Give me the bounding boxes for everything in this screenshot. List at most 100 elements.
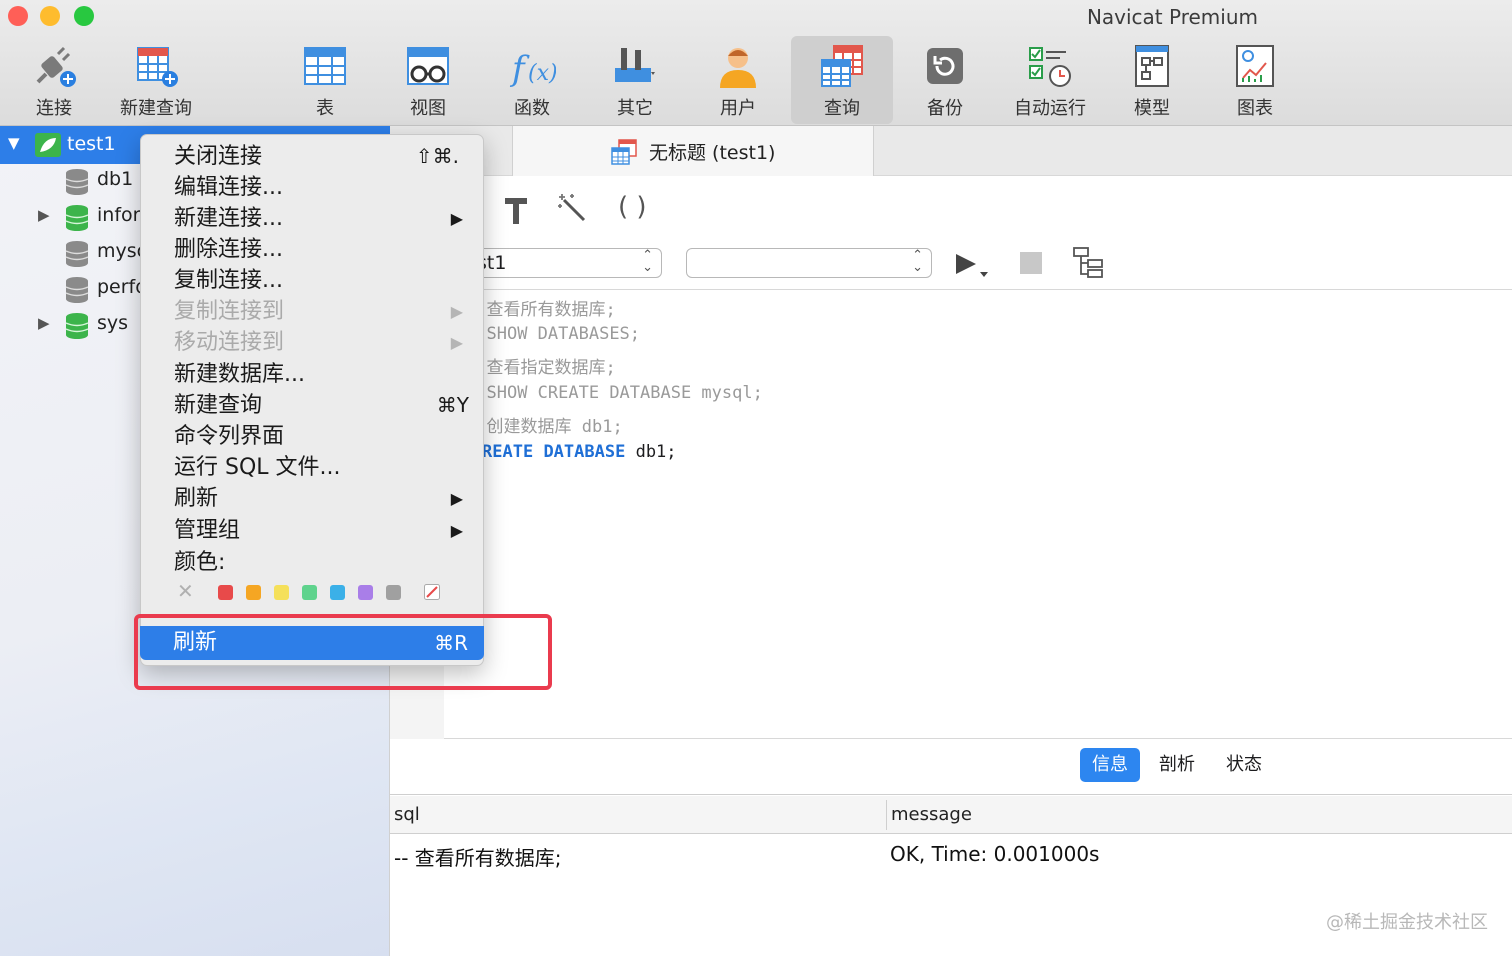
tab-untitled-query[interactable]: 无标题 (test1) bbox=[512, 126, 874, 176]
toolbar-label: 表 bbox=[316, 98, 334, 119]
toolbar-user-button[interactable]: 用户 bbox=[690, 36, 786, 124]
stop-icon[interactable] bbox=[1020, 252, 1042, 274]
database-label: sys bbox=[97, 312, 129, 334]
toolbar-view-button[interactable]: 视图 bbox=[380, 36, 476, 124]
user-icon bbox=[720, 48, 756, 88]
submenu-arrow-icon: ▶ bbox=[450, 489, 463, 508]
toolbar-label: 其它 bbox=[617, 98, 653, 119]
color-swatch-purple[interactable] bbox=[358, 585, 373, 600]
submenu-arrow-icon: ▶ bbox=[450, 333, 463, 352]
toolbar-function-button[interactable]: f (x) 函数 bbox=[484, 36, 580, 124]
tab-status[interactable]: 状态 bbox=[1214, 748, 1274, 782]
svg-text:f: f bbox=[509, 49, 530, 89]
menu-item-edit-connection[interactable]: 编辑连接... bbox=[141, 172, 485, 203]
menu-item-duplicate-connection[interactable]: 复制连接... bbox=[141, 265, 485, 296]
toolbar-backup-button[interactable]: 备份 bbox=[897, 36, 993, 124]
toolbar-label: 模型 bbox=[1134, 98, 1170, 119]
table-cell-sql[interactable]: -- 查看所有数据库; bbox=[394, 842, 562, 871]
toolbar-label: 图表 bbox=[1237, 98, 1273, 119]
color-swatch-yellow[interactable] bbox=[274, 585, 289, 600]
menu-item-manage-group[interactable]: 管理组 ▶ bbox=[141, 515, 485, 546]
connection-context-menu: 关闭连接 ⇧⌘. 编辑连接... 新建连接... ▶ 删除连接... 复制连接.… bbox=[140, 134, 484, 666]
color-swatch-green[interactable] bbox=[302, 585, 317, 600]
toolbar-label: 用户 bbox=[720, 98, 756, 119]
database-green-icon bbox=[65, 205, 89, 231]
menu-item-move-connection-to: 移动连接到 ▶ bbox=[141, 327, 485, 358]
zoom-window-button[interactable] bbox=[74, 6, 94, 26]
table-cell-message[interactable]: OK, Time: 0.001000s bbox=[890, 842, 1099, 866]
tab-info[interactable]: 信息 bbox=[1080, 748, 1140, 782]
toolbar-query-button[interactable]: 查询 bbox=[791, 36, 893, 124]
select-arrows-icon: ⌃ ⌄ bbox=[912, 248, 923, 275]
toolbar-label: 新建查询 bbox=[120, 98, 192, 119]
function-icon: f (x) bbox=[509, 49, 556, 89]
column-divider[interactable] bbox=[886, 800, 887, 830]
menu-color-label: 颜色: bbox=[174, 550, 226, 575]
toolbar-other-button[interactable]: 其它 bbox=[587, 36, 683, 124]
code-snippet-icon[interactable]: ( ) bbox=[618, 192, 647, 222]
submenu-arrow-icon: ▶ bbox=[450, 521, 463, 540]
svg-text:(x): (x) bbox=[528, 61, 556, 86]
code-line: - SHOW CREATE DATABASE mysql; bbox=[466, 383, 763, 403]
toolbar-chart-button[interactable]: 图表 bbox=[1207, 36, 1303, 124]
magic-wand-icon[interactable] bbox=[556, 192, 590, 226]
result-tabs: 信息 剖析 状态 bbox=[390, 740, 1512, 795]
submenu-arrow-icon: ▶ bbox=[450, 302, 463, 321]
toolbar-table-button[interactable]: 表 bbox=[277, 36, 373, 124]
column-header-message[interactable]: message bbox=[891, 804, 972, 825]
database-gray-icon bbox=[65, 241, 89, 267]
explain-icon[interactable] bbox=[1072, 246, 1106, 280]
tab-profile[interactable]: 剖析 bbox=[1147, 748, 1207, 782]
color-swatch-gray[interactable] bbox=[386, 585, 401, 600]
menu-item-refresh-submenu[interactable]: 刷新 ▶ bbox=[141, 483, 485, 514]
database-label: infor bbox=[97, 204, 141, 226]
chart-icon bbox=[1236, 45, 1274, 87]
table-header: sql message bbox=[390, 796, 1512, 834]
expand-triangle-icon[interactable]: ▶ bbox=[38, 206, 50, 224]
menu-item-new-connection[interactable]: 新建连接... ▶ bbox=[141, 203, 485, 234]
toolbar-label: 函数 bbox=[514, 98, 550, 119]
menu-item-new-database[interactable]: 新建数据库... bbox=[141, 359, 485, 390]
menu-item-close-connection[interactable]: 关闭连接 ⇧⌘. bbox=[141, 141, 485, 172]
expand-triangle-icon[interactable]: ▶ bbox=[38, 314, 50, 332]
query-tab-icon bbox=[611, 139, 637, 165]
toolbar-connect-button[interactable]: 连接 bbox=[6, 36, 102, 124]
color-swatch-red[interactable] bbox=[218, 585, 233, 600]
toolbar-label: 视图 bbox=[410, 98, 446, 119]
custom-color-icon[interactable] bbox=[424, 584, 440, 600]
select-arrows-icon: ⌃ ⌄ bbox=[642, 248, 653, 275]
toolbar-label: 自动运行 bbox=[1014, 98, 1086, 119]
no-color-icon[interactable]: ✕ bbox=[177, 579, 194, 603]
close-window-button[interactable] bbox=[8, 6, 28, 26]
main-toolbar: Navicat Premium 连接 新建查询 表 视图 f (x) 函数 其它… bbox=[0, 0, 1512, 126]
toolbar-label: 备份 bbox=[927, 98, 963, 119]
connection-label: test1 bbox=[67, 133, 116, 155]
menu-item-run-sql-file[interactable]: 运行 SQL 文件... bbox=[141, 452, 485, 483]
database-select[interactable]: ⌃ ⌄ bbox=[686, 248, 932, 278]
database-gray-icon bbox=[65, 169, 89, 195]
run-icon[interactable] bbox=[954, 250, 994, 280]
minimize-window-button[interactable] bbox=[40, 6, 60, 26]
code-line: - 查看指定数据库; bbox=[466, 358, 616, 378]
menu-item-new-query[interactable]: 新建查询 ⌘Y bbox=[141, 390, 485, 421]
sql-editor[interactable]: - 查看所有数据库; - SHOW DATABASES; - 查看指定数据库; … bbox=[390, 291, 1512, 739]
schedule-icon bbox=[1029, 47, 1071, 87]
database-gray-icon bbox=[65, 277, 89, 303]
toolbar-model-button[interactable]: 模型 bbox=[1104, 36, 1200, 124]
toolbar-new-query-button[interactable]: 新建查询 bbox=[108, 36, 204, 124]
annotation-highlight-box bbox=[134, 614, 552, 690]
menu-item-delete-connection[interactable]: 删除连接... bbox=[141, 234, 485, 265]
editor-tab-bar: 无标题 (test1) bbox=[390, 126, 1512, 176]
code-line: REATE DATABASE db1; bbox=[482, 442, 677, 462]
color-swatch-orange[interactable] bbox=[246, 585, 261, 600]
connection-leaf-icon bbox=[35, 133, 61, 157]
code-line: - 查看所有数据库; bbox=[466, 300, 616, 320]
column-header-sql[interactable]: sql bbox=[394, 804, 420, 825]
color-swatch-blue[interactable] bbox=[330, 585, 345, 600]
menu-item-command-line[interactable]: 命令列界面 bbox=[141, 421, 485, 452]
table-add-icon bbox=[137, 47, 178, 87]
format-sql-icon[interactable] bbox=[502, 194, 530, 226]
toolbar-schedule-button[interactable]: 自动运行 bbox=[1000, 36, 1100, 124]
expand-triangle-icon[interactable]: ▼ bbox=[8, 134, 20, 152]
query-icon bbox=[821, 45, 863, 87]
